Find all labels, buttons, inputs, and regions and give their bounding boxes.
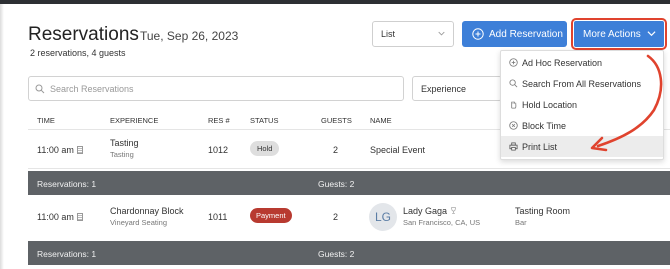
time-value: 11:00 am: [37, 212, 74, 222]
more-actions-button[interactable]: More Actions: [571, 18, 667, 50]
column-header[interactable]: NAME: [370, 116, 392, 125]
experience-name: Chardonnay Block: [110, 206, 184, 216]
column-header[interactable]: GUESTS: [321, 116, 352, 125]
status-cell: Payment: [250, 208, 292, 223]
experience-name: Tasting: [110, 138, 139, 148]
add-reservation-label: Add Reservation: [489, 28, 563, 40]
column-header[interactable]: EXPERIENCE: [110, 116, 158, 125]
experience-filter-label: Experience: [421, 83, 467, 94]
page-title: Reservations: [28, 24, 139, 45]
table-row[interactable]: 11:00 am Chardonnay Block Vineyard Seati…: [28, 197, 670, 236]
guest-name[interactable]: Special Event: [370, 145, 425, 155]
res-number: 1012: [208, 145, 229, 155]
column-header[interactable]: STATUS: [250, 116, 278, 125]
note-icon[interactable]: [76, 146, 83, 154]
avatar[interactable]: LG: [369, 203, 397, 231]
search-icon: [509, 79, 518, 88]
plus-circle-icon: [472, 28, 484, 40]
hand-icon: [511, 101, 517, 109]
wine-glass-icon: [450, 207, 456, 214]
experience-type: Tasting: [110, 150, 134, 159]
more-actions-menu: Ad Hoc Reservation Search From All Reser…: [500, 50, 664, 160]
guest-name[interactable]: Lady Gaga: [403, 206, 447, 216]
guest-count: 2: [333, 145, 339, 155]
menu-item-hold-location[interactable]: Hold Location: [501, 94, 663, 115]
reservation-count: 2 reservations, 4 guests: [30, 48, 126, 58]
summary-guests: Guests: 2: [318, 179, 355, 189]
experience-type: Vineyard Seating: [110, 218, 167, 227]
view-select-value: List: [381, 29, 396, 39]
top-bar: [0, 0, 670, 4]
guest-info: Lady Gaga San Francisco, CA, US: [403, 206, 480, 227]
plus-circle-icon: [509, 58, 518, 67]
guest-count: 2: [333, 212, 339, 222]
sidebar-edge: [0, 4, 4, 269]
status-cell: Hold: [250, 141, 280, 156]
summary-row: Reservations: 1 Guests: 2: [28, 241, 670, 265]
search-icon: [35, 84, 45, 93]
note-icon[interactable]: [76, 213, 83, 221]
menu-item-label: Ad Hoc Reservation: [522, 57, 603, 68]
summary-guests: Guests: 2: [318, 249, 355, 259]
guest-location: San Francisco, CA, US: [403, 218, 481, 227]
menu-item-ad-hoc-reservation[interactable]: Ad Hoc Reservation: [501, 52, 663, 73]
menu-item-label: Block Time: [522, 120, 567, 131]
more-actions-label: More Actions: [583, 28, 641, 40]
time-cell: 11:00 am: [37, 145, 83, 155]
menu-item-label: Hold Location: [522, 99, 578, 110]
experience-cell: Chardonnay Block Vineyard Seating: [110, 206, 184, 227]
column-header[interactable]: TIME: [37, 116, 55, 125]
summary-reservations: Reservations: 1: [37, 179, 97, 189]
chevron-down-icon: [647, 31, 656, 37]
summary-row: Reservations: 1 Guests: 2: [28, 171, 670, 195]
printer-icon: [509, 142, 518, 151]
experience-cell: Tasting Tasting: [110, 138, 139, 159]
experience-filter[interactable]: Experience: [412, 76, 502, 101]
room-cell: Tasting Room Bar: [515, 206, 570, 227]
time-cell: 11:00 am: [37, 212, 83, 222]
time-value: 11:00 am: [37, 145, 74, 155]
menu-item-print-list[interactable]: Print List: [501, 136, 663, 157]
block-icon: [509, 121, 518, 130]
chevron-down-icon: [438, 31, 445, 36]
search-input[interactable]: Search Reservations: [28, 76, 404, 101]
res-number: 1011: [208, 212, 228, 222]
menu-item-label: Print List: [522, 141, 558, 152]
add-reservation-button[interactable]: Add Reservation: [462, 21, 567, 47]
room-area: Bar: [515, 218, 527, 227]
view-select[interactable]: List: [372, 21, 454, 47]
page-date: Tue, Sep 26, 2023: [140, 29, 239, 43]
summary-reservations: Reservations: 1: [37, 249, 97, 259]
menu-item-block-time[interactable]: Block Time: [501, 115, 663, 136]
status-badge[interactable]: Payment: [250, 208, 292, 223]
search-placeholder: Search Reservations: [50, 83, 134, 94]
room-name: Tasting Room: [515, 206, 571, 216]
menu-item-label: Search From All Reservations: [522, 78, 642, 89]
menu-item-search-all[interactable]: Search From All Reservations: [501, 73, 663, 94]
column-header[interactable]: RES #: [208, 116, 230, 125]
status-badge[interactable]: Hold: [250, 141, 280, 156]
